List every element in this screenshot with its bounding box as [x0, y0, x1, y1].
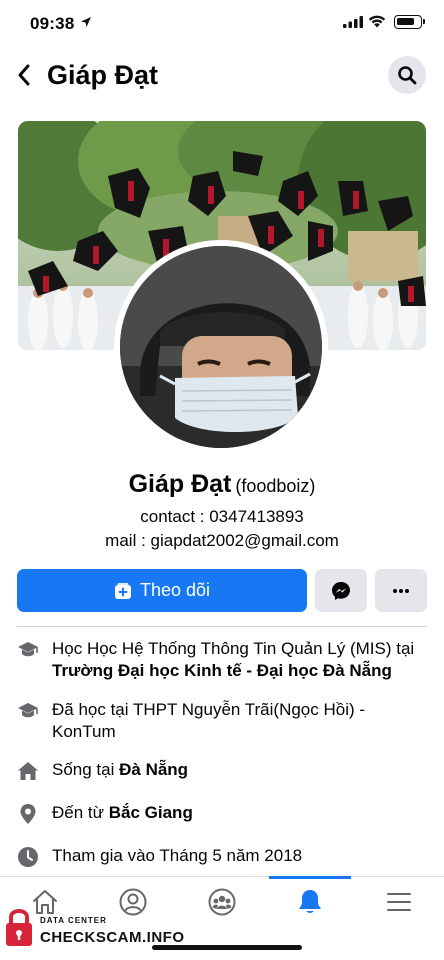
watermark-big-text: CHECKSCAM.INFO: [40, 929, 185, 946]
page-title: Giáp Đạt: [47, 60, 159, 90]
profile-name-row: Giáp Đạt (foodboiz): [0, 470, 444, 499]
header: Giáp Đạt: [0, 52, 444, 100]
ellipsis-icon: [393, 588, 409, 593]
info-row-from[interactable]: Đến từ Bắc Giang: [17, 802, 427, 825]
watermark-small-text: DATA CENTER: [40, 916, 107, 925]
active-tab-indicator: [269, 876, 351, 879]
info-text: Đã học tại THPT Nguyễn Trãi(Ngọc Hồi) - …: [52, 700, 366, 741]
graduation-cap-icon: [17, 639, 39, 661]
info-row-joined[interactable]: Tham gia vào Tháng 5 năm 2018: [17, 845, 427, 868]
info-row-highschool[interactable]: Đã học tại THPT Nguyễn Trãi(Ngọc Hồi) - …: [17, 699, 427, 743]
tab-menu[interactable]: [379, 885, 419, 919]
info-row-study[interactable]: Học Học Hệ Thống Thông Tin Quản Lý (MIS)…: [17, 638, 427, 682]
tab-notifications[interactable]: [290, 885, 330, 919]
bio-contact: contact : 0347413893: [140, 507, 304, 526]
bio-email: mail : giapdat2002@gmail.com: [105, 531, 339, 550]
search-button[interactable]: [388, 56, 426, 94]
home-indicator: [152, 945, 302, 950]
wifi-icon: [368, 15, 386, 28]
divider: [17, 626, 427, 627]
more-options-button[interactable]: [375, 569, 427, 612]
padlock-icon: [6, 909, 32, 946]
location-pin-icon: [17, 803, 39, 825]
back-button[interactable]: [10, 60, 38, 90]
clock-icon: [17, 846, 39, 868]
follow-button[interactable]: Theo dõi: [17, 569, 307, 612]
info-text: Học Học Hệ Thống Thông Tin Quản Lý (MIS)…: [52, 639, 415, 680]
messenger-button[interactable]: [315, 569, 367, 612]
info-text: Đến từ Bắc Giang: [52, 803, 193, 822]
follow-plus-icon: [114, 582, 131, 599]
profile-name: Giáp Đạt: [128, 470, 232, 498]
bell-icon: [299, 890, 321, 913]
follow-button-label: Theo dõi: [139, 580, 211, 600]
info-row-lives-in[interactable]: Sống tại Đà Nẵng: [17, 759, 427, 782]
menu-icon: [387, 893, 411, 911]
home-icon: [17, 760, 39, 782]
status-time: 09:38: [30, 14, 75, 33]
info-text: Sống tại Đà Nẵng: [52, 760, 189, 779]
location-arrow-icon: [81, 17, 91, 27]
avatar: [120, 246, 322, 448]
chevron-left-icon: [18, 64, 30, 86]
cellular-signal-icon: [343, 16, 363, 28]
info-text: Tham gia vào Tháng 5 năm 2018: [52, 846, 303, 865]
battery-icon: [394, 15, 425, 29]
groups-icon: [208, 888, 236, 916]
search-icon: [398, 66, 417, 85]
status-bar: 09:38: [0, 0, 444, 46]
messenger-icon: [332, 581, 350, 600]
profile-alias: (foodboiz): [235, 476, 316, 496]
tab-groups[interactable]: [202, 885, 242, 919]
profile-avatar[interactable]: [114, 240, 328, 454]
graduation-cap-icon: [17, 700, 39, 722]
